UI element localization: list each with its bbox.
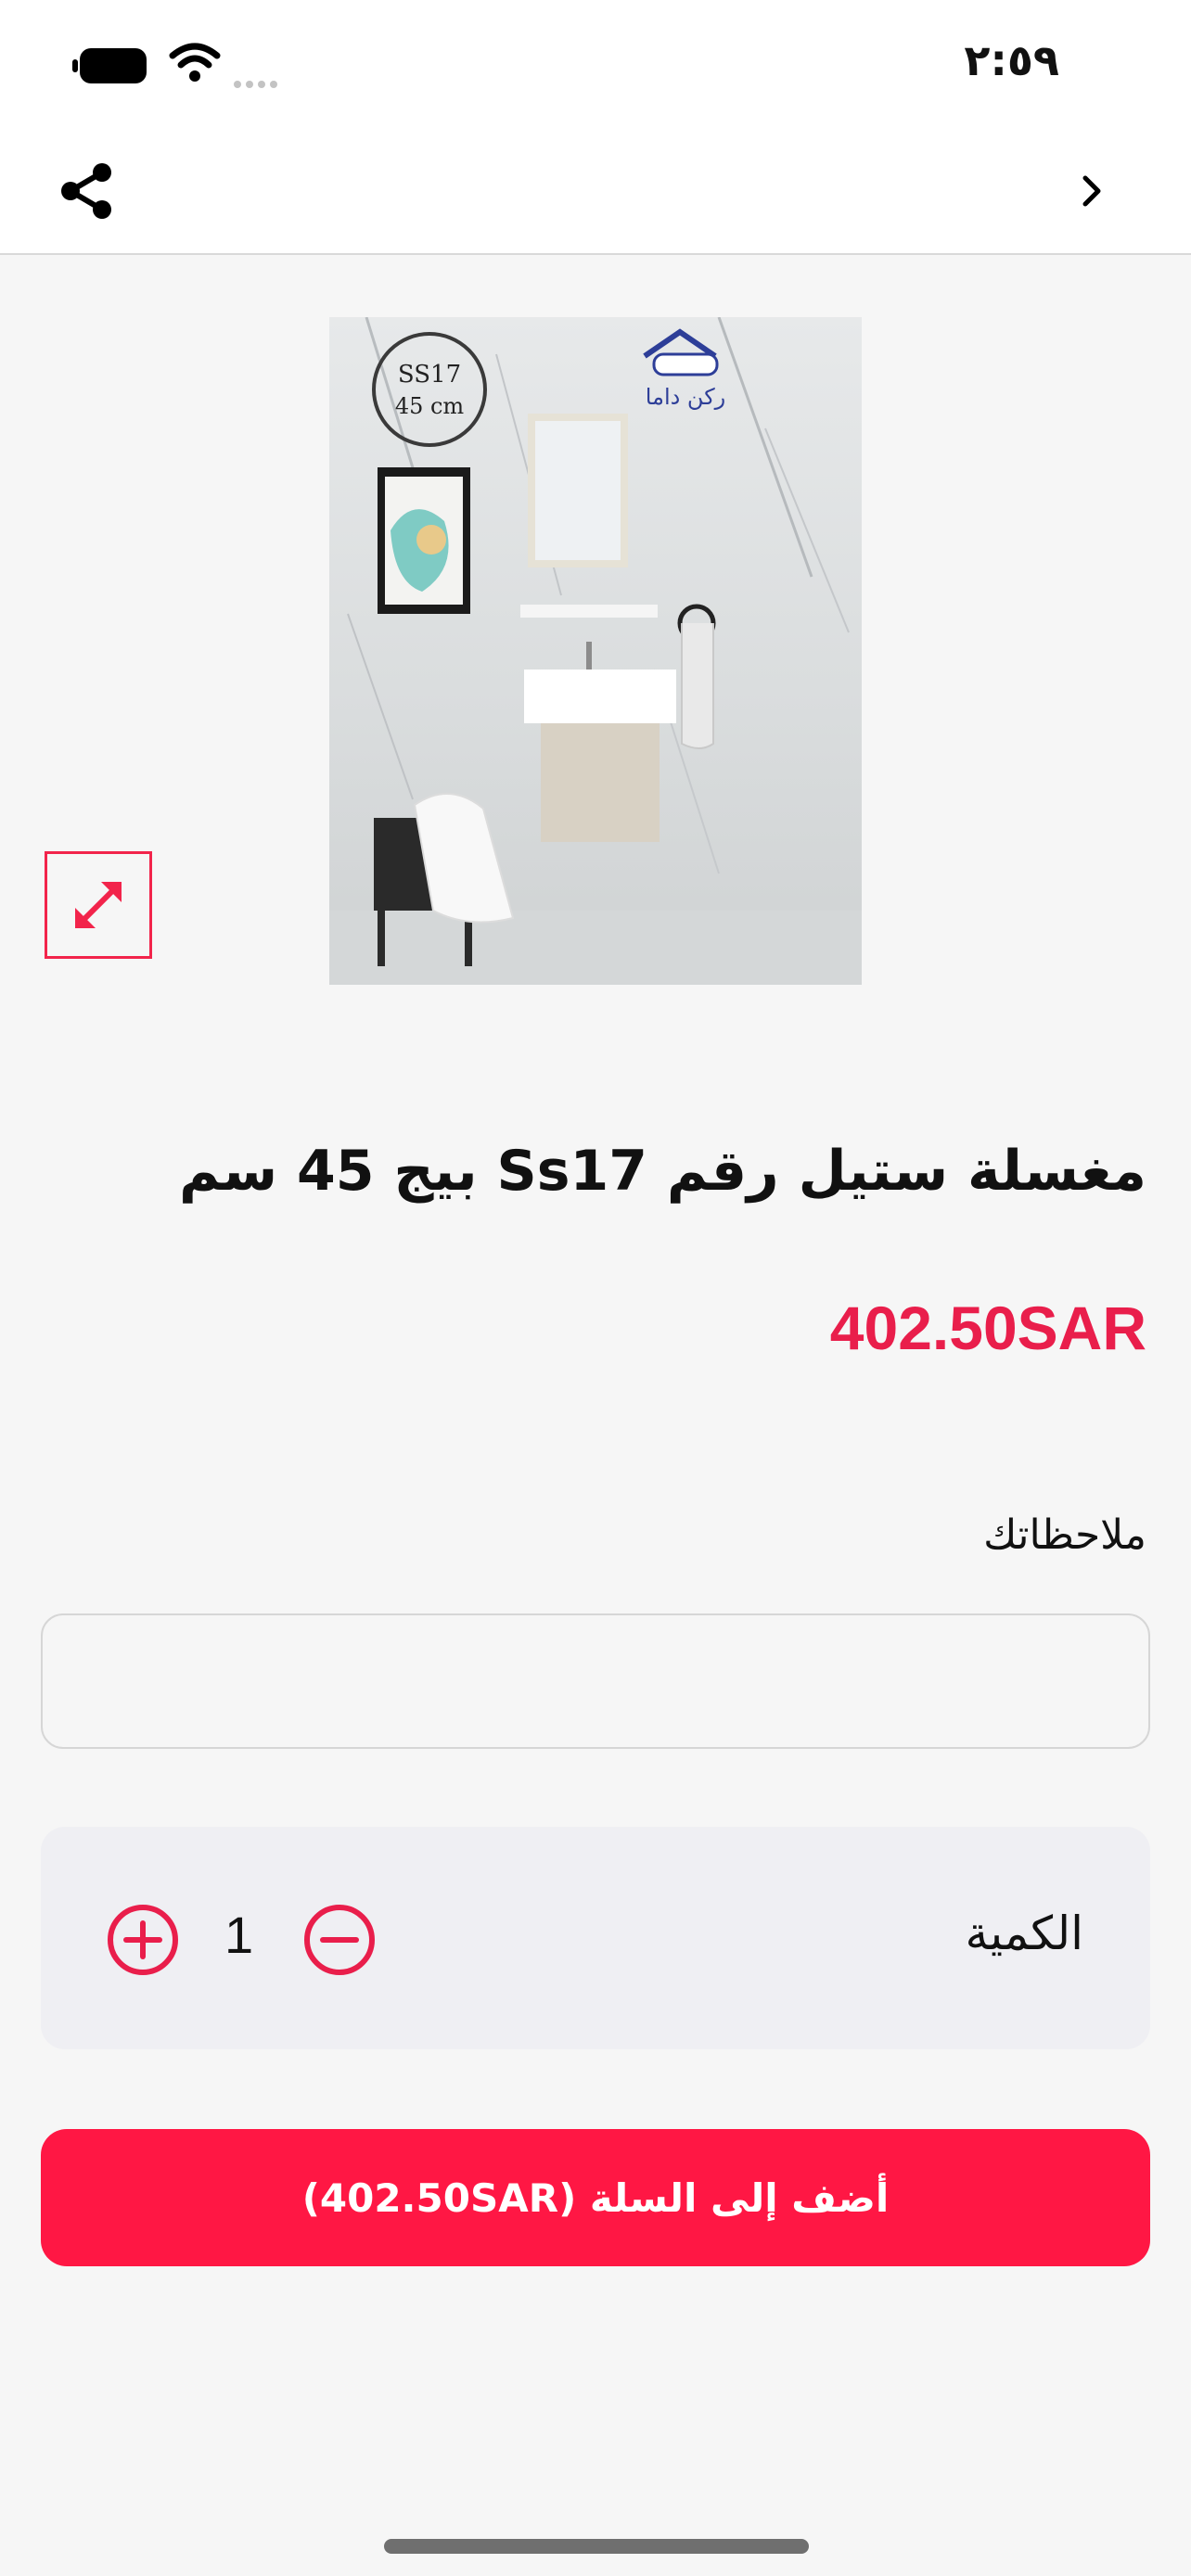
bathroom-sink-photo: SS17 45 cm ركن داما xyxy=(329,317,862,985)
plus-circle-icon[interactable] xyxy=(106,1903,180,1977)
minus-circle-icon[interactable] xyxy=(302,1903,377,1977)
battery-icon xyxy=(72,48,152,83)
quantity-label: الكمية xyxy=(965,1906,1083,1960)
home-indicator[interactable] xyxy=(384,2539,809,2554)
status-time: ٢:٥٩ xyxy=(964,35,1059,85)
wifi-icon xyxy=(169,43,221,82)
cellular-signal-icon xyxy=(234,74,282,92)
share-icon[interactable] xyxy=(58,161,117,221)
top-bar: ٢:٥٩ xyxy=(0,0,1191,255)
expand-arrows-icon xyxy=(75,882,122,928)
quantity-stepper: الكمية 1 xyxy=(41,1827,1150,2049)
add-to-cart-button[interactable]: أضف إلى السلة (402.50SAR) xyxy=(41,2129,1150,2266)
notes-label: ملاحظاتك xyxy=(983,1511,1146,1559)
chevron-right-icon[interactable] xyxy=(1078,172,1106,210)
quantity-value: 1 xyxy=(224,1906,254,1964)
product-image[interactable]: SS17 45 cm ركن داما xyxy=(329,317,862,985)
notes-input[interactable] xyxy=(41,1613,1150,1749)
product-price: 402.50SAR xyxy=(829,1294,1146,1362)
image-badge-line1: SS17 xyxy=(398,361,461,389)
product-title: مغسلة ستيل رقم Ss17 بيج 45 سم xyxy=(179,1139,1146,1204)
expand-image-button[interactable] xyxy=(45,851,152,959)
image-logo-text: ركن داما xyxy=(646,384,725,410)
image-badge-line2: 45 cm xyxy=(395,393,465,419)
divider xyxy=(0,253,1191,255)
